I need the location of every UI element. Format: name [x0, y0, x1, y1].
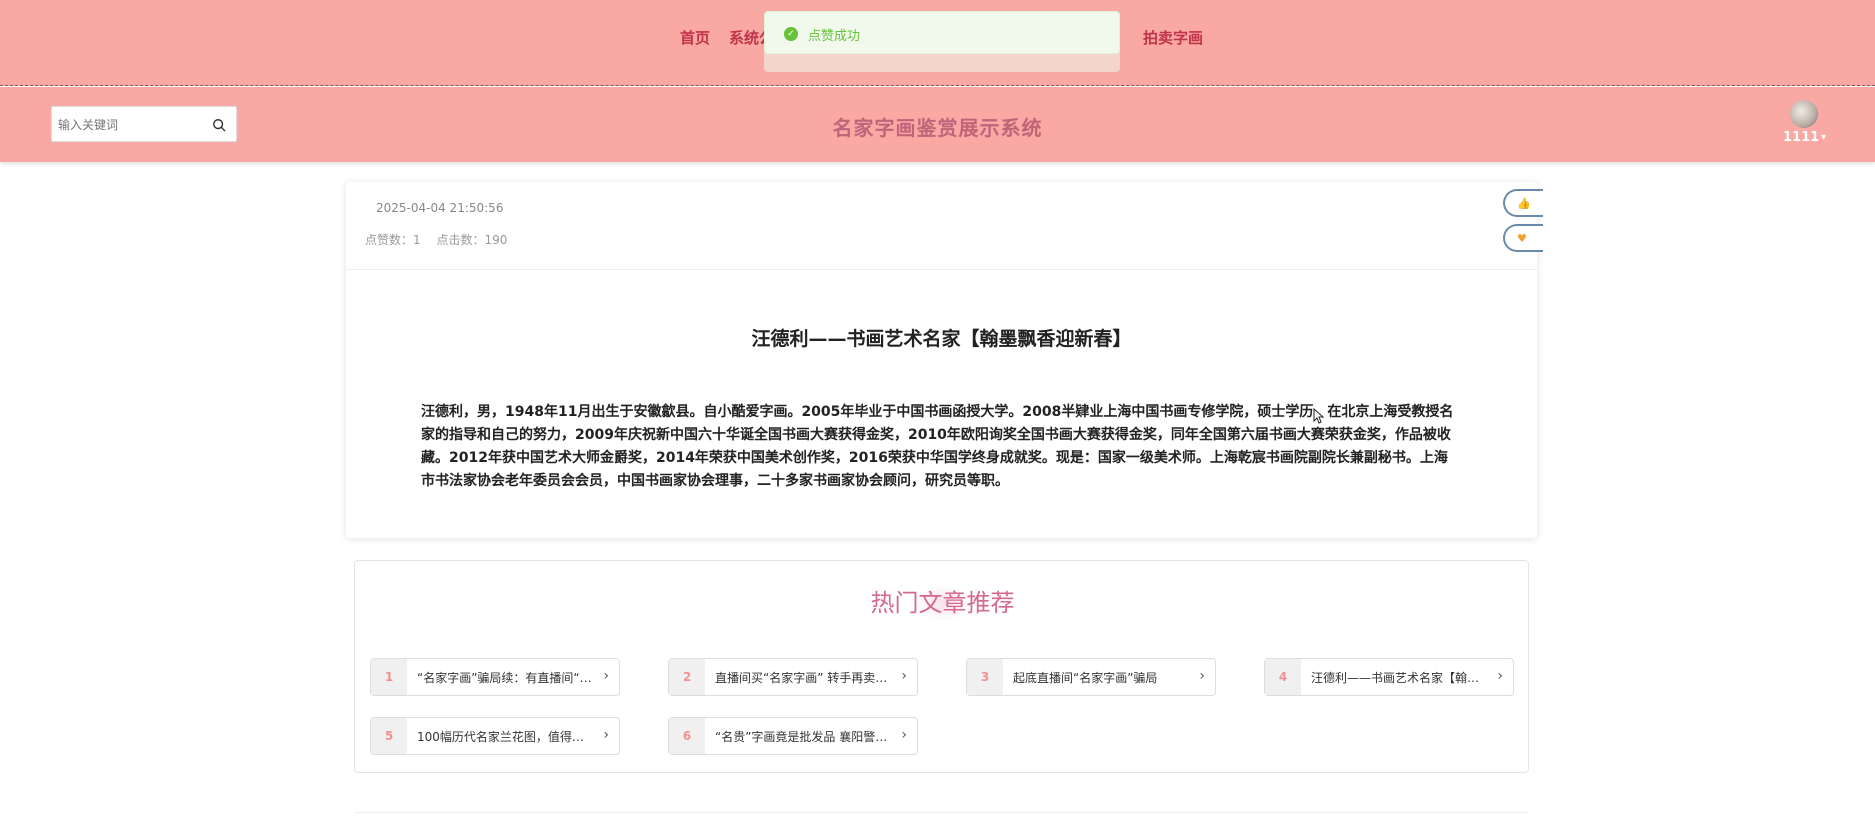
- article-counts: 点赞数：1 点击数：190: [365, 231, 519, 248]
- hot-article-rank: 1: [371, 659, 407, 695]
- toast-message: 点赞成功: [808, 29, 861, 44]
- hot-articles-title: 热门文章推荐: [870, 589, 1015, 617]
- hot-article-item[interactable]: 3 起底直播间“名家字画”骗局 ›: [966, 658, 1216, 696]
- favorite-button[interactable]: ♥: [1503, 224, 1543, 252]
- nav-auction-link[interactable]: 拍卖字画: [1143, 27, 1203, 48]
- hot-article-item[interactable]: 6 “名贵”字画竟是批发品 襄阳警方破获 ›: [668, 717, 918, 755]
- hot-article-title: “名家字画”骗局续：有直播间“名家字画”: [417, 671, 592, 685]
- hot-article-rank: 6: [669, 718, 705, 754]
- user-avatar[interactable]: [1790, 100, 1818, 128]
- chevron-down-icon[interactable]: ▾: [1821, 132, 1826, 143]
- hot-article-rank: 3: [967, 659, 1003, 695]
- chevron-right-icon: ›: [1199, 668, 1205, 684]
- hot-article-title: 汪德利——书画艺术名家【翰墨飘香迎新春】: [1311, 671, 1486, 685]
- hot-articles-section: 热门文章推荐 1 “名家字画”骗局续：有直播间“名家字画” › 2 直播间买“名…: [354, 560, 1529, 773]
- username[interactable]: 1111: [1783, 130, 1819, 145]
- site-title: 名家字画鉴赏展示系统: [832, 116, 1043, 140]
- chevron-right-icon: ›: [1497, 668, 1503, 684]
- article-date: 2025-04-04 21:50:56: [376, 201, 504, 215]
- article-title: 汪德利——书画艺术名家【翰墨飘香迎新春】: [751, 328, 1132, 350]
- chevron-right-icon: ›: [901, 668, 907, 684]
- like-button[interactable]: 👍: [1503, 189, 1543, 217]
- thumbs-up-icon: 👍: [1517, 197, 1531, 210]
- article-body: 汪德利，男，1948年11月出生于安徽歙县。自小酷爱字画。2005年毕业于中国书…: [421, 404, 1454, 489]
- hot-article-title: 100幅历代名家兰花图，值得收藏: [417, 730, 592, 744]
- chevron-right-icon: ›: [603, 668, 609, 684]
- divider: [354, 812, 1529, 813]
- success-toast: ✓ 点赞成功: [764, 11, 1120, 54]
- success-check-icon: ✓: [784, 27, 798, 41]
- nav-home-link[interactable]: 首页: [680, 27, 710, 48]
- hot-article-item[interactable]: 5 100幅历代名家兰花图，值得收藏 ›: [370, 717, 620, 755]
- hot-article-item[interactable]: 2 直播间买“名家字画” 转手再卖能赚钱？ ›: [668, 658, 918, 696]
- chevron-right-icon: ›: [603, 727, 609, 743]
- hot-article-item[interactable]: 1 “名家字画”骗局续：有直播间“名家字画” ›: [370, 658, 620, 696]
- article-card: 2025-04-04 21:50:56 点赞数：1 点击数：190 👍 ♥ 汪德…: [346, 182, 1543, 538]
- article-meta: 2025-04-04 21:50:56 点赞数：1 点击数：190 👍 ♥: [346, 182, 1543, 270]
- hot-article-rank: 5: [371, 718, 407, 754]
- hot-article-title: “名贵”字画竟是批发品 襄阳警方破获: [715, 730, 890, 744]
- hot-article-title: 直播间买“名家字画” 转手再卖能赚钱？: [715, 671, 890, 685]
- mouse-cursor-icon: [1313, 408, 1325, 424]
- heart-icon: ♥: [1517, 232, 1527, 245]
- hot-article-title: 起底直播间“名家字画”骗局: [1013, 671, 1158, 685]
- hot-article-rank: 4: [1265, 659, 1301, 695]
- like-count: 点赞数：1: [365, 233, 421, 247]
- hot-article-rank: 2: [669, 659, 705, 695]
- hot-article-item[interactable]: 4 汪德利——书画艺术名家【翰墨飘香迎新春】 ›: [1264, 658, 1514, 696]
- header: 名家字画鉴赏展示系统 1111 ▾: [0, 87, 1875, 162]
- chevron-right-icon: ›: [901, 727, 907, 743]
- click-count: 点击数：190: [436, 233, 508, 247]
